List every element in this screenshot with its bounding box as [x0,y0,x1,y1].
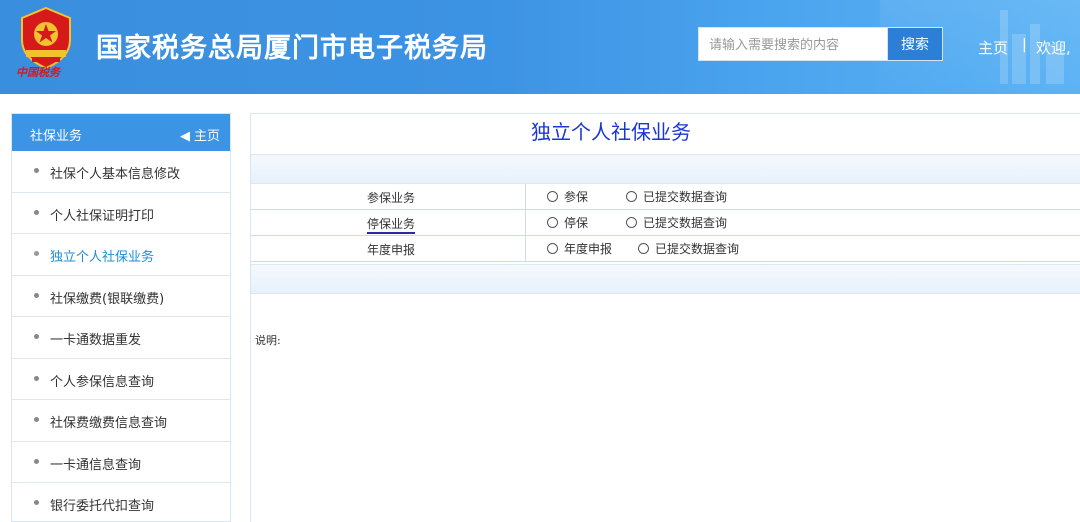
back-arrow-icon: ◀ [179,129,190,144]
sidebar-item-independent-insurance[interactable]: 独立个人社保业务 [12,234,230,276]
sidebar-item-card-resend[interactable]: 一卡通数据重发 [12,317,230,359]
row-label: 停保业务 [367,215,416,234]
site-title: 国家税务总局厦门市电子税务局 [96,33,488,64]
row-label: 年度申报 [367,243,416,257]
search-button[interactable]: 搜索 [887,27,943,61]
bullet-icon [34,458,39,464]
sidebar-item-label: 社保费缴费信息查询 [50,416,168,431]
radio-circle-icon [626,191,637,202]
nav-welcome-text: 欢迎, [1036,39,1071,57]
sidebar-home-link[interactable]: ◀ 主页 [180,125,220,144]
nav-home-link[interactable]: 主页 [978,37,1008,58]
sidebar-title: 社保业务 [30,129,83,144]
sidebar-item-enrollment-query[interactable]: 个人参保信息查询 [12,359,230,400]
sidebar-item-bank-deduction-query[interactable]: 银行委托代扣查询 [12,483,230,521]
radio-suspend[interactable]: 停保 [547,214,588,231]
sidebar-item-label: 个人社保证明打印 [50,208,155,224]
sidebar-item-payment-query[interactable]: 社保费缴费信息查询 [12,400,230,442]
nav-separator: | [1022,37,1027,53]
sidebar-item-card-query[interactable]: 一卡通信息查询 [12,442,230,483]
radio-label: 已提交数据查询 [655,242,740,256]
bullet-icon [34,334,39,339]
section-band-bottom [251,264,1080,294]
form-row-suspension: 停保业务 停保 已提交数据查询 [251,210,1080,236]
section-band-top [251,154,1080,184]
sidebar-item-profile-edit[interactable]: 社保个人基本信息修改 [12,151,230,193]
bullet-icon [34,168,39,173]
sidebar-item-certificate-print[interactable]: 个人社保证明打印 [12,193,230,234]
search-input[interactable] [698,27,888,61]
site-header: 中国税务 国家税务总局厦门市电子税务局 搜索 主页 | 欢迎, [0,0,1080,94]
bullet-icon [34,209,39,215]
radio-circle-icon [547,243,558,254]
radio-circle-icon [638,243,649,254]
radio-label: 年度申报 [564,242,613,256]
bullet-icon [34,417,39,422]
sidebar-item-label: 银行委托代扣查询 [50,499,155,514]
sidebar-item-label: 一卡通信息查询 [50,457,142,473]
note-label: 说明: [255,334,281,347]
radio-circle-icon [547,217,558,228]
radio-label: 已提交数据查询 [643,216,728,230]
bullet-icon [34,251,39,256]
sidebar-item-label: 独立个人社保业务 [50,250,155,265]
form-row-annual-declaration: 年度申报 年度申报 已提交数据查询 [251,236,1080,262]
radio-enroll[interactable]: 参保 [547,188,588,205]
radio-label: 参保 [564,190,589,204]
radio-suspend-query[interactable]: 已提交数据查询 [626,214,727,231]
sidebar-item-label: 社保个人基本信息修改 [50,167,181,182]
radio-label: 已提交数据查询 [643,190,728,204]
radio-enroll-query[interactable]: 已提交数据查询 [626,188,727,205]
sidebar-item-label: 个人参保信息查询 [50,374,155,390]
bullet-icon [34,375,39,381]
form-row-enrollment: 参保业务 参保 已提交数据查询 [251,184,1080,210]
sidebar: 社保业务 ◀ 主页 社保个人基本信息修改 个人社保证明打印 独立个人社保业务 社保… [11,113,231,522]
radio-annual[interactable]: 年度申报 [547,240,612,257]
row-label: 参保业务 [367,191,416,205]
bullet-icon [34,500,39,505]
page-title: 独立个人社保业务 [531,120,691,144]
main-panel: 独立个人社保业务 参保业务 参保 已提交数据查询 停保业务 停保 已提交数据查询… [250,113,1080,522]
sidebar-item-unionpay-payment[interactable]: 社保缴费(银联缴费) [12,276,230,317]
radio-annual-query[interactable]: 已提交数据查询 [638,240,739,257]
radio-circle-icon [626,217,637,228]
sidebar-item-label: 社保缴费(银联缴费) [50,291,165,307]
brand-script: 中国税务 [16,66,60,79]
sidebar-home-label: 主页 [193,129,220,144]
sidebar-header: 社保业务 ◀ 主页 [12,114,230,151]
radio-circle-icon [547,191,558,202]
radio-label: 停保 [564,216,589,230]
bullet-icon [34,292,39,298]
sidebar-item-label: 一卡通数据重发 [50,333,142,348]
